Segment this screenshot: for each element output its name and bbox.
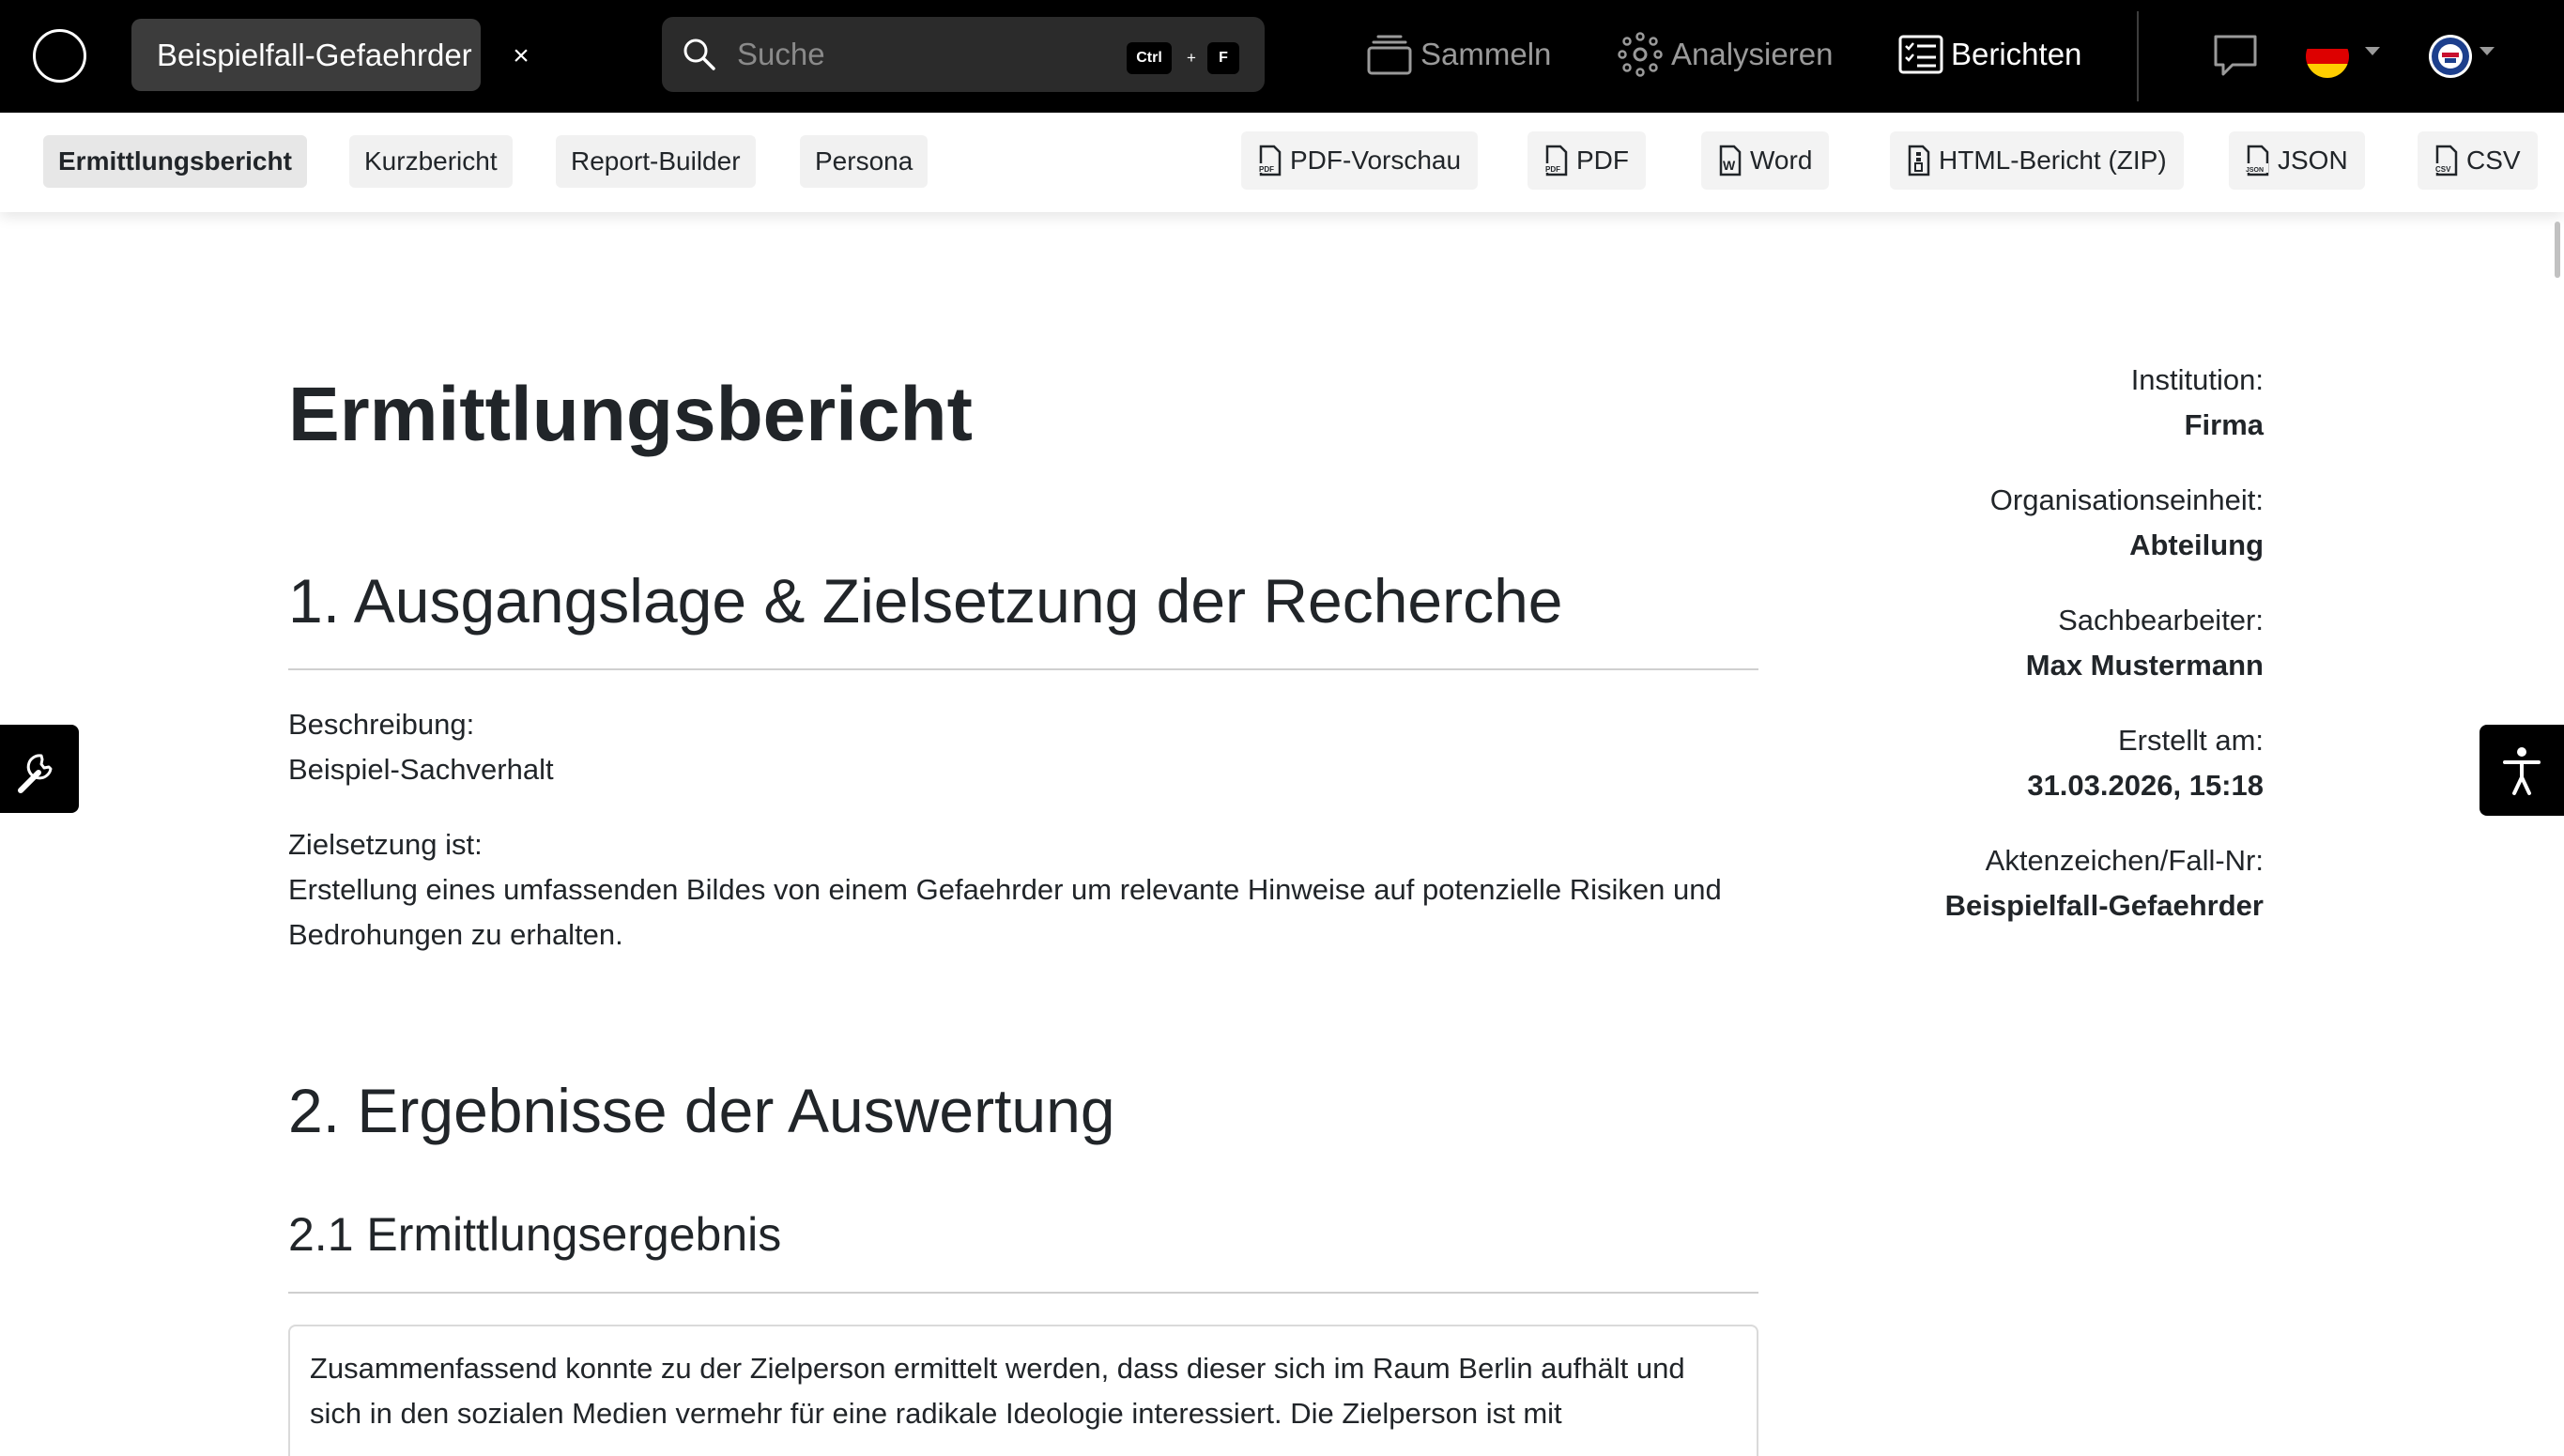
description-label: Beschreibung:: [288, 708, 475, 741]
user-avatar[interactable]: [2429, 35, 2472, 78]
investigation-result-box: Zusammenfassend konnte zu der Zielperson…: [288, 1325, 1758, 1456]
investigation-summary-text: Zusammenfassend konnte zu der Zielperson…: [310, 1352, 1685, 1430]
pdf-preview-label: PDF-Vorschau: [1290, 146, 1462, 175]
section-2-1-divider: [288, 1292, 1758, 1294]
csv-export-label: CSV: [2466, 146, 2521, 175]
officer-label: Sachbearbeiter:: [2058, 604, 2264, 636]
german-flag-icon[interactable]: [2306, 35, 2349, 78]
section-2-heading: 2. Ergebnisse der Auswertung: [288, 1076, 1115, 1145]
shortcut-plus: +: [1187, 49, 1196, 67]
tab-report-builder[interactable]: Report-Builder: [556, 135, 756, 188]
nav-berichten-label: Berichten: [1951, 37, 2082, 71]
page-scrollbar[interactable]: [2555, 222, 2560, 278]
nav-sammeln[interactable]: Sammeln: [1366, 24, 1551, 84]
accessibility-float-button[interactable]: [2480, 725, 2564, 816]
case-number-value: Beispielfall-Gefaehrder: [1944, 889, 2264, 922]
network-icon: [1618, 32, 1663, 77]
section-1-heading: 1. Ausgangslage & Zielsetzung der Recher…: [288, 566, 1563, 636]
accessibility-icon: [2503, 747, 2541, 795]
report-list-icon: [1898, 35, 1943, 74]
pdf-preview-button[interactable]: PDF PDF-Vorschau: [1241, 131, 1479, 190]
word-export-label: Word: [1750, 146, 1813, 175]
description-value: Beispiel-Sachverhalt: [288, 753, 554, 786]
nav-berichten[interactable]: Berichten: [1898, 24, 2081, 84]
institution-value: Firma: [2184, 408, 2264, 441]
created-label: Erstellt am:: [2117, 724, 2264, 757]
search-icon: [683, 38, 715, 70]
tab-kurzbericht[interactable]: Kurzbericht: [349, 135, 513, 188]
shortcut-key-f: F: [1207, 42, 1239, 74]
officer-value: Max Mustermann: [2025, 649, 2264, 682]
csv-export-button[interactable]: CSV CSV: [2418, 131, 2538, 190]
shortcut-key-ctrl: Ctrl: [1127, 42, 1172, 74]
case-number-label: Aktenzeichen/Fall-Nr:: [1985, 844, 2264, 877]
nav-analysieren-label: Analysieren: [1671, 37, 1834, 71]
svg-text:CSV: CSV: [2435, 165, 2451, 174]
section-2-1-heading: 2.1 Ermittlungsergebnis: [288, 1208, 782, 1261]
report-title: Ermittlungsbericht: [288, 372, 973, 457]
svg-text:JSON: JSON: [2246, 167, 2264, 174]
top-navbar: Beispielfall-Gefaehrder × Ctrl + F Samme…: [0, 0, 2564, 113]
section-1-divider: [288, 668, 1758, 670]
svg-text:PDF: PDF: [1545, 165, 1560, 174]
html-zip-export-label: HTML-Bericht (ZIP): [1939, 146, 2167, 175]
org-unit-value: Abteilung: [2129, 529, 2264, 561]
pdf-export-label: PDF: [1576, 146, 1629, 175]
institution-label: Institution:: [2130, 363, 2264, 396]
tab-persona[interactable]: Persona: [800, 135, 929, 188]
pdf-file-icon: PDF: [1544, 145, 1568, 176]
tools-float-button[interactable]: [0, 725, 79, 813]
created-value: 31.03.2026, 15:18: [2027, 769, 2264, 802]
nav-divider: [2137, 11, 2139, 101]
goal-label: Zielsetzung ist:: [288, 828, 483, 861]
search-input[interactable]: [737, 31, 1094, 78]
active-case-tab[interactable]: Beispielfall-Gefaehrder: [131, 19, 481, 91]
json-export-button[interactable]: JSON JSON: [2229, 131, 2365, 190]
close-case-button[interactable]: ×: [507, 36, 535, 77]
zip-file-icon: [1908, 145, 1930, 176]
pdf-file-icon: PDF: [1258, 145, 1282, 176]
report-toolbar: Ermittlungsbericht Kurzbericht Report-Bu…: [0, 113, 2564, 212]
svg-text:PDF: PDF: [1259, 165, 1274, 174]
html-zip-export-button[interactable]: HTML-Bericht (ZIP): [1890, 131, 2184, 190]
tab-ermittlungsbericht[interactable]: Ermittlungsbericht: [43, 135, 307, 188]
global-search: Ctrl + F: [662, 17, 1265, 92]
csv-file-icon: CSV: [2434, 145, 2458, 176]
json-export-label: JSON: [2278, 146, 2348, 175]
wrench-icon: [18, 754, 53, 793]
pdf-export-button[interactable]: PDF PDF: [1528, 131, 1646, 190]
word-export-button[interactable]: W Word: [1701, 131, 1830, 190]
json-file-icon: JSON: [2246, 145, 2269, 176]
nav-analysieren[interactable]: Analysieren: [1617, 24, 1833, 84]
stack-icon: [1367, 35, 1412, 75]
user-menu-caret-down-icon[interactable]: [2480, 47, 2495, 55]
svg-text:W: W: [1723, 158, 1736, 173]
goal-value: Erstellung eines umfassenden Bildes von …: [288, 873, 1722, 951]
nav-sammeln-label: Sammeln: [1420, 37, 1552, 71]
word-file-icon: W: [1719, 145, 1742, 176]
user-badge-icon: [2432, 38, 2469, 75]
org-unit-label: Organisationseinheit:: [1989, 483, 2264, 516]
app-logo[interactable]: [33, 29, 86, 83]
chat-icon[interactable]: [2212, 34, 2259, 77]
language-caret-down-icon[interactable]: [2365, 47, 2380, 55]
